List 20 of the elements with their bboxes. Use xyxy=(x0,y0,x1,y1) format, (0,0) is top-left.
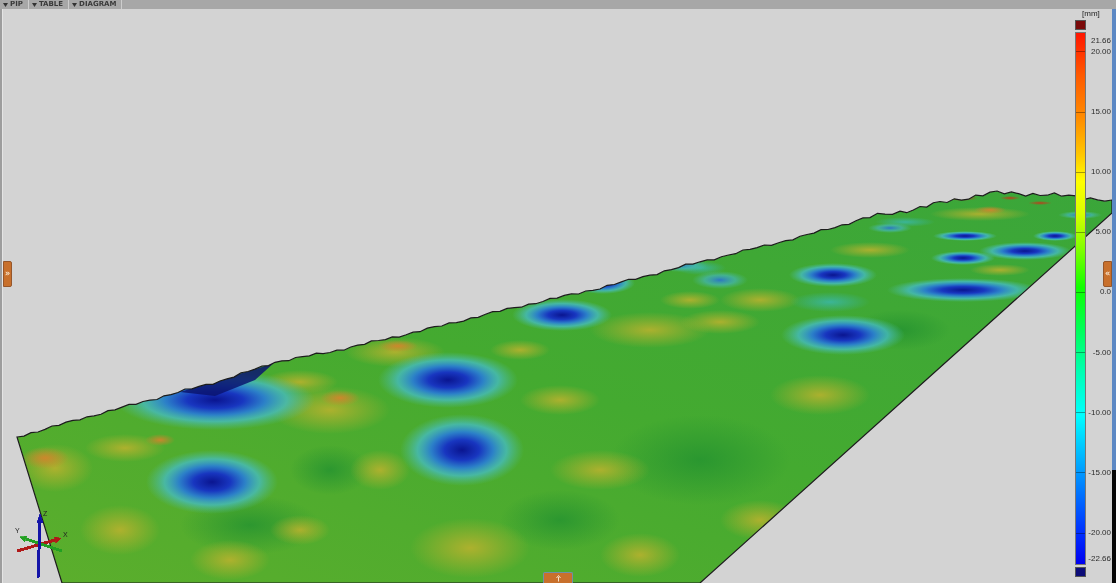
expand-left-panel-button[interactable]: » xyxy=(3,261,12,287)
scale-tick-label: 5.00 xyxy=(1095,227,1111,238)
scale-tick-label: 0.0 xyxy=(1099,287,1111,298)
scale-tick-label: -10.00 xyxy=(1088,407,1111,418)
lower-limit-swatch-icon xyxy=(1075,567,1086,577)
scale-tick-label: 21.66 xyxy=(1090,36,1111,46)
scale-tick-label: -20.00 xyxy=(1088,528,1111,538)
scale-tick-label: -22.66 xyxy=(1088,554,1111,564)
expand-bottom-panel-button[interactable] xyxy=(543,572,573,583)
scale-tick-label: 10.00 xyxy=(1090,167,1111,178)
caret-down-icon xyxy=(72,2,78,7)
scale-unit-label: [mm] xyxy=(1082,9,1100,19)
upper-limit-swatch-icon xyxy=(1075,20,1086,30)
up-arrow-icon xyxy=(555,574,561,582)
scale-tick-label: -5.00 xyxy=(1092,347,1111,358)
scale-tick-label: 20.00 xyxy=(1090,46,1111,57)
scale-tick-label: 15.00 xyxy=(1090,107,1111,118)
scale-tick-label: -15.00 xyxy=(1088,467,1111,478)
caret-down-icon xyxy=(31,2,37,7)
caret-down-icon xyxy=(3,2,8,7)
